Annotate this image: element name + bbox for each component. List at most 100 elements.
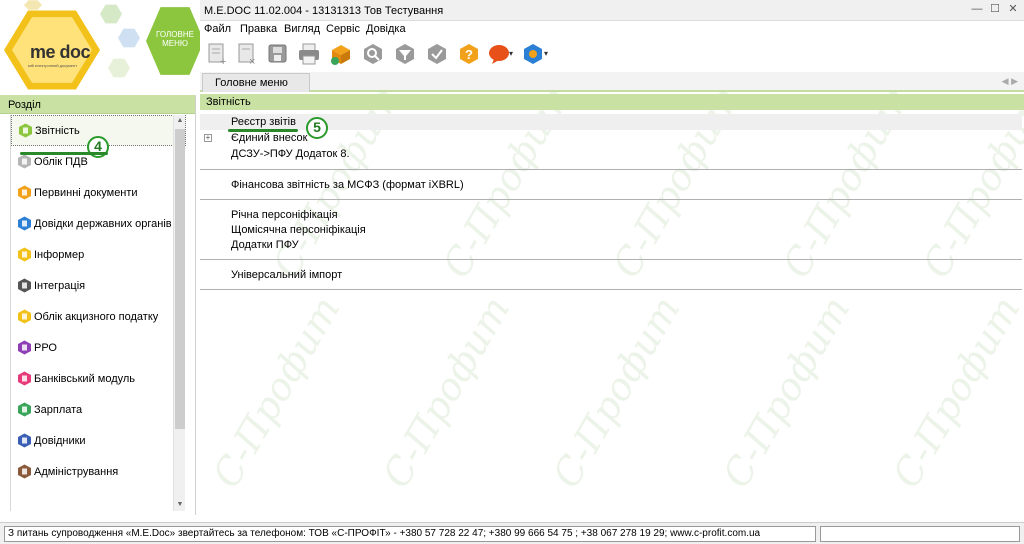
divider [200,169,1022,170]
toolbar: + × ? ▾ ▾ [200,38,1024,72]
menu-view[interactable]: Вигляд [284,23,320,35]
sidebar-item-label: Банківський модуль [34,372,136,385]
print-icon[interactable] [296,40,322,68]
svg-text:▾: ▾ [544,49,548,58]
delete-document-icon[interactable]: × [234,40,260,68]
maximize-icon[interactable]: ☐ [988,2,1002,16]
menu-service[interactable]: Сервіс [326,23,360,35]
report-registry-link[interactable]: Реєстр звітів [231,116,296,128]
check-icon[interactable] [424,40,450,68]
directories-icon [17,433,32,448]
annotation-marker-5: 5 [306,117,328,139]
menu-bar: Файл Правка Вигляд Сервіс Довідка [200,21,1024,38]
decor-hex [118,28,140,48]
menu-file[interactable]: Файл [204,23,231,35]
sidebar-item-label: Звітність [35,124,80,137]
sidebar-item-salary[interactable]: Зарплата [11,394,186,425]
sidebar-item-label: Довідники [34,434,86,447]
annual-personification-link[interactable]: Річна персоніфікація [231,209,338,221]
sidebar-item-rro[interactable]: РРО [11,332,186,363]
sidebar-item-directories[interactable]: Довідники [11,425,186,456]
sidebar-item-label: Адміністрування [34,465,119,478]
status-bar: З питань супроводження «M.E.Doc» звертай… [0,522,1024,544]
logo-brand: me doc [30,42,91,62]
dszu-pfu-link[interactable]: ДСЗУ->ПФУ Додаток 8. [231,148,350,160]
informer-icon [17,247,32,262]
tab-scroll-arrows-icon[interactable]: ◀ ▶ [1002,76,1018,87]
salary-icon [17,402,32,417]
content-panel: Звітність Реєстр звітів + Єдиний внесок … [200,94,1024,515]
help-icon[interactable]: ? [456,40,482,68]
sidebar-list: Звітність Облік ПДВ Первинні документи Дові… [10,115,186,511]
sidebar-item-label: Довідки державних органів [34,217,172,230]
svg-text:+: + [220,56,226,66]
vat-icon [17,154,32,169]
decor-hex [100,4,122,24]
universal-import-link[interactable]: Універсальний імпорт [231,269,342,281]
sidebar-item-label: Первинні документи [34,186,138,199]
content-header: Звітність [200,94,1024,110]
scroll-down-icon[interactable]: ▼ [174,499,186,511]
sidebar-item-gov-certificates[interactable]: Довідки державних органів [11,208,186,239]
sidebar-item-label: Інформер [34,248,85,261]
scroll-up-icon[interactable]: ▲ [174,115,186,127]
svg-text:?: ? [465,47,473,62]
title-bar: M.E.DOC 11.02.004 - 13131313 Тов Тестува… [200,0,1024,21]
tab-main-menu[interactable]: Головне меню [202,73,310,92]
window-title: M.E.DOC 11.02.004 - 13131313 Тов Тестува… [204,5,444,17]
main-menu-label[interactable]: ГОЛОВНЕ МЕНЮ [150,30,200,48]
decor-hex [108,58,130,78]
chat-icon[interactable]: ▾ [488,40,514,68]
support-icon[interactable]: ▾ [522,40,548,68]
sidebar-title: Розділ [0,95,195,114]
ifrs-report-link[interactable]: Фінансова звітність за МСФЗ (формат iXBR… [231,179,464,191]
divider [200,199,1022,200]
single-contribution-link[interactable]: Єдиний внесок [231,132,307,144]
monthly-personification-link[interactable]: Щомісячна персоніфікація [231,224,366,236]
menu-edit[interactable]: Правка [240,23,277,35]
sidebar-item-admin[interactable]: Адміністрування [11,456,186,487]
scrollbar-thumb[interactable] [175,129,185,429]
save-icon[interactable] [264,40,290,68]
bank-icon [17,371,32,386]
send-icon[interactable] [328,40,354,68]
sidebar-item-excise[interactable]: Облік акцизного податку [11,301,186,332]
pfu-appendix-link[interactable]: Додатки ПФУ [231,239,299,251]
divider [200,259,1022,260]
sidebar-item-label: Інтеграція [34,279,86,292]
tab-strip: Головне меню ◀ ▶ [200,72,1024,92]
close-icon[interactable]: ✕ [1006,2,1020,16]
svg-text:▾: ▾ [509,49,513,58]
menu-help[interactable]: Довідка [366,23,406,35]
sidebar-item-label: Зарплата [34,403,83,416]
new-document-icon[interactable]: + [204,40,230,68]
primary-docs-icon [17,185,32,200]
logo-tagline: мій електронний документ [28,63,78,68]
status-panel [820,526,1020,542]
logo-area: me doc мій електронний документ ГОЛОВНЕ … [0,0,200,95]
svg-text:×: × [249,56,255,66]
sidebar-item-primary-docs[interactable]: Первинні документи [11,177,186,208]
sidebar-item-label: Облік ПДВ [34,155,88,168]
sidebar-item-label: Облік акцизного податку [34,310,159,323]
sidebar-item-label: РРО [34,341,57,354]
sidebar-item-integration[interactable]: Інтеграція [11,270,186,301]
sidebar: Розділ Звітність Облік ПДВ Первинні докуме… [0,95,196,515]
rro-icon [17,340,32,355]
excise-icon [17,309,32,324]
support-contact-text: З питань супроводження «M.E.Doc» звертай… [4,526,816,542]
annotation-underline [20,152,108,155]
integration-icon [17,278,32,293]
minimize-icon[interactable]: — [970,2,984,16]
expand-icon[interactable]: + [204,134,212,142]
admin-icon [17,464,32,479]
sidebar-item-informer[interactable]: Інформер [11,239,186,270]
sidebar-item-bank[interactable]: Банківський модуль [11,363,186,394]
divider [200,289,1022,290]
filter-icon[interactable] [392,40,418,68]
sidebar-scrollbar[interactable]: ▲ ▼ [173,115,185,511]
reports-icon [18,123,33,138]
decor-hex [24,0,42,10]
gov-certificates-icon [17,216,32,231]
search-icon[interactable] [360,40,386,68]
